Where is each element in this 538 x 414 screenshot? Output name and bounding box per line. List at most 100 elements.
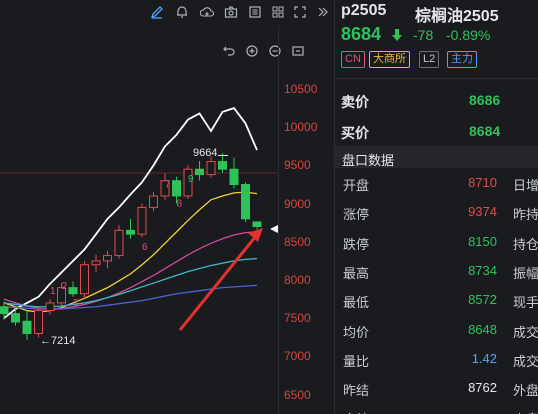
candle-body [91, 260, 101, 266]
quote-row-label: 最低 [343, 295, 370, 311]
price-axis-label: 8000 [284, 273, 311, 287]
bid-label: 买价 [341, 125, 369, 141]
price-axis-label: 7000 [284, 349, 311, 364]
market-badge: CN [341, 51, 365, 68]
quote-row-right-label: 成交 [513, 324, 538, 340]
candle-body [103, 255, 112, 262]
candle-body [34, 310, 43, 334]
wave-count-label: 1 [50, 286, 56, 297]
quote-row-value: 1.42 [471, 350, 497, 366]
candle-body [241, 184, 250, 220]
down-arrow-icon [392, 29, 402, 41]
collapse-icon[interactable] [314, 3, 332, 21]
candle-body [80, 264, 89, 295]
candle-body [126, 229, 135, 235]
quote-row-label: 昨结 [343, 383, 370, 399]
exchange-badge: 大商所 [369, 51, 410, 68]
ask-label: 卖价 [341, 94, 369, 110]
candle-body [68, 287, 78, 295]
annotation-arrowhead [248, 228, 263, 242]
candle-body [206, 161, 216, 176]
kline-chart-area[interactable]: 1236789 10500 10000 9500 9000 8500 8000 … [0, 0, 334, 414]
candle-body [195, 168, 204, 176]
header-divider [335, 78, 538, 79]
quote-row-value: 8150 [468, 233, 497, 249]
fit-icon[interactable] [289, 42, 307, 60]
candle-body [172, 180, 181, 197]
quote-row-label: 今结 [343, 409, 369, 414]
candle-body [218, 161, 227, 170]
high-price-label: 9664 [193, 147, 218, 159]
quote-row-value: 9374 [468, 204, 497, 220]
quote-row-label: 开盘 [343, 178, 370, 193]
layout-icon[interactable] [269, 3, 287, 21]
price-change: -78 [413, 27, 434, 43]
candle-body [114, 229, 124, 257]
wave-count-label: 8 [177, 199, 183, 210]
symbol-code[interactable]: p2505 [341, 2, 386, 20]
candle-body [229, 168, 239, 186]
candle-body [0, 306, 9, 315]
price-axis-label: 9500 [284, 158, 311, 173]
last-price: 8684 [341, 24, 382, 44]
candle-body [22, 320, 32, 334]
quote-row-right-label: 内盘 [513, 409, 538, 414]
bell-icon[interactable] [173, 3, 191, 21]
price-change-percent: -0.89% [446, 27, 491, 43]
quote-row-label: 涨停 [343, 207, 370, 223]
price-axis-label: 7500 [284, 311, 311, 326]
quote-row-value: 8572 [468, 292, 497, 308]
bid-price: 8684 [469, 123, 501, 139]
price-axis-label: 10500 [284, 82, 318, 96]
quote-row-right-label: 日增 [513, 178, 538, 193]
quote-row-label: 均价 [343, 324, 370, 340]
pencil-icon[interactable] [148, 3, 166, 21]
price-axis-divider [278, 26, 279, 414]
level2-badge[interactable]: L2 [419, 51, 440, 68]
quote-row-right-label: 振幅 [513, 265, 538, 281]
candle-body [11, 313, 20, 323]
quote-row-label: 量比 [343, 353, 370, 369]
quote-panel: p2505 棕榈油2505 8684 -78 -0.89% CN 大商所 L2 … [335, 0, 538, 414]
quote-row-right-label: 昨持 [513, 207, 538, 223]
ma-magenta-line [3, 231, 258, 310]
quote-row-value: 8762 [468, 380, 497, 396]
fullscreen-icon[interactable] [291, 3, 309, 21]
quote-row-value: -- [427, 409, 497, 414]
current-price-marker [270, 225, 278, 233]
cloud-icon[interactable] [198, 3, 216, 21]
candle-body [137, 206, 147, 235]
wave-count-label: 6 [142, 242, 148, 253]
wave-count-label: 3 [73, 298, 79, 309]
settings-icon[interactable] [246, 3, 264, 21]
quote-row-right-label: 现手 [513, 295, 538, 311]
price-axis-label: 10000 [284, 120, 318, 135]
zoom-out-icon[interactable] [266, 42, 284, 60]
quote-row-right-label: 成交 [513, 353, 538, 369]
price-axis-label: 8500 [284, 234, 311, 249]
candle-body [45, 302, 55, 312]
zoom-in-icon[interactable] [243, 42, 261, 60]
wave-count-label: 2 [62, 281, 68, 292]
wave-count-label: 7 [165, 180, 171, 191]
quote-row-right-label: 持仓 [513, 236, 538, 252]
price-axis-label: 9000 [284, 196, 311, 211]
quote-row-label: 跌停 [343, 236, 370, 252]
camera-icon[interactable] [222, 3, 240, 21]
price-axis-label: 6500 [284, 387, 311, 402]
symbol-name[interactable]: 棕榈油2505 [415, 2, 499, 26]
quote-row-label: 最高 [343, 265, 370, 281]
ask-price: 8686 [469, 92, 501, 108]
quote-row-value: 8648 [468, 321, 497, 337]
quote-row-value: 8710 [468, 175, 497, 190]
undo-icon[interactable] [220, 42, 238, 60]
market-data-section-header[interactable]: 盘口数据 [335, 146, 538, 168]
ma-white-line [3, 107, 258, 319]
annotation-arrow [178, 235, 258, 331]
ma-blue-line [3, 284, 258, 310]
candle-body [252, 221, 262, 228]
chart-toolbar [0, 0, 334, 26]
main-contract-badge: 主力 [447, 51, 477, 68]
quote-row-value: 8734 [468, 262, 497, 278]
low-price-label: ←7214 [40, 335, 76, 347]
